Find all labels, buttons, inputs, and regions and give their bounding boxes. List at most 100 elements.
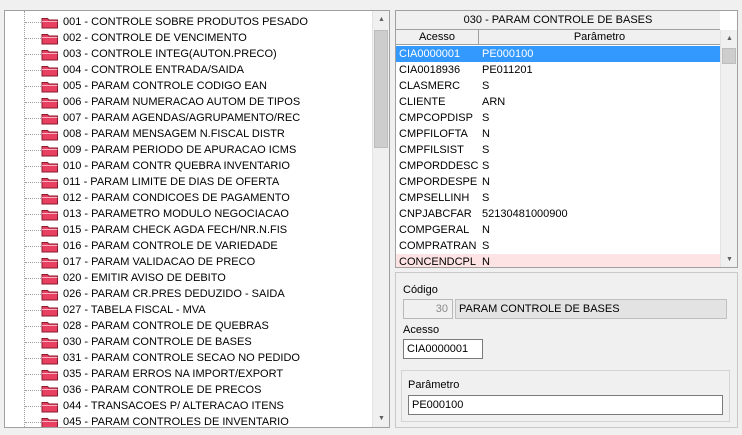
tree-item[interactable]: 009 - PARAM PERIODO DE APURACAO ICMS: [5, 142, 373, 158]
grid-row[interactable]: CIA0000001 PE000100: [396, 46, 720, 62]
grid-row[interactable]: CMPORDESPE N: [396, 174, 720, 190]
grid-scrollbar[interactable]: ▲ ▼: [720, 30, 737, 267]
tree-item-label: 017 - PARAM VALIDACAO DE PRECO: [63, 256, 256, 268]
tree-item[interactable]: 026 - PARAM CR.PRES DEDUZIDO - SAIDA: [5, 286, 373, 302]
tree-item[interactable]: 006 - PARAM NUMERACAO AUTOM DE TIPOS: [5, 94, 373, 110]
folder-icon: [41, 306, 58, 317]
folder-icon: [41, 274, 58, 285]
tree-item[interactable]: 035 - PARAM ERROS NA IMPORT/EXPORT: [5, 366, 373, 382]
tree-item[interactable]: 003 - CONTROLE INTEG(AUTON.PRECO): [5, 46, 373, 62]
cell-acesso: CMPORDDESC: [399, 160, 479, 172]
tree-item-label: 003 - CONTROLE INTEG(AUTON.PRECO): [63, 48, 277, 60]
tree-item[interactable]: 013 - PARAMETRO MODULO NEGOCIACAO: [5, 206, 373, 222]
tree-item[interactable]: 010 - PARAM CONTR QUEBRA INVENTARIO: [5, 158, 373, 174]
acesso-field[interactable]: CIA0000001: [403, 339, 483, 359]
grid-row[interactable]: COMPRATRAN S: [396, 238, 720, 254]
tree-item-label: 006 - PARAM NUMERACAO AUTOM DE TIPOS: [63, 96, 301, 108]
codigo-label: Código: [403, 284, 438, 296]
tree-item[interactable]: 011 - PARAM LIMITE DE DIAS DE OFERTA: [5, 174, 373, 190]
tree-item-label: 020 - EMITIR AVISO DE DEBITO: [63, 272, 226, 284]
tree-item[interactable]: 007 - PARAM AGENDAS/AGRUPAMENTO/REC: [5, 110, 373, 126]
column-header-parametro[interactable]: Parâmetro: [479, 30, 720, 44]
grid-row[interactable]: CNPJABCFAR 52130481000900: [396, 206, 720, 222]
cell-acesso: CNPJABCFAR: [399, 208, 472, 220]
grid-row[interactable]: CLIENTE ARN: [396, 94, 720, 110]
tree-item[interactable]: 045 - PARAM CONTROLES DE INVENTARIO: [5, 414, 373, 428]
grid-row[interactable]: CMPSELLINH S: [396, 190, 720, 206]
tree-item[interactable]: 036 - PARAM CONTROLE DE PRECOS: [5, 382, 373, 398]
cell-acesso: CMPFILOFTA: [399, 128, 468, 140]
tree-item-label: 011 - PARAM LIMITE DE DIAS DE OFERTA: [63, 176, 280, 188]
arrow-up-icon[interactable]: ▲: [373, 11, 389, 28]
tree-connector: [25, 262, 41, 263]
folder-icon: [41, 322, 58, 333]
grid-row[interactable]: CMPCOPDISP S: [396, 110, 720, 126]
tree-item-label: 027 - TABELA FISCAL - MVA: [63, 304, 206, 316]
tree-connector: [25, 54, 41, 55]
tree-item[interactable]: 001 - CONTROLE SOBRE PRODUTOS PESADO: [5, 14, 373, 30]
tree-item[interactable]: 028 - PARAM CONTROLE DE QUEBRAS: [5, 318, 373, 334]
arrow-up-icon[interactable]: ▲: [721, 30, 737, 47]
bases-grid: 030 - PARAM CONTROLE DE BASES Acesso Par…: [395, 10, 738, 268]
folder-icon: [41, 290, 58, 301]
tree-item[interactable]: 027 - TABELA FISCAL - MVA: [5, 302, 373, 318]
tree-connector: [25, 310, 41, 311]
tree-item-label: 044 - TRANSACOES P/ ALTERACAO ITENS: [63, 400, 284, 412]
cell-parametro: S: [482, 192, 490, 204]
tree-scrollbar[interactable]: ▲ ▼: [372, 11, 389, 427]
arrow-down-icon[interactable]: ▼: [721, 251, 737, 267]
column-header-acesso[interactable]: Acesso: [396, 30, 479, 44]
parametro-group: Parâmetro PE000100: [401, 370, 730, 422]
grid-row[interactable]: CMPFILOFTA N: [396, 126, 720, 142]
folder-icon: [41, 386, 58, 397]
grid-scroll-thumb[interactable]: [722, 48, 736, 64]
tree-item[interactable]: 030 - PARAM CONTROLE DE BASES: [5, 334, 373, 350]
cell-acesso: CMPORDESPE: [399, 176, 478, 188]
grid-rows: CIA0000001 PE000100 CIA0018936 PE011201 CLAS…: [396, 46, 720, 268]
tree-item[interactable]: 004 - CONTROLE ENTRADA/SAIDA: [5, 62, 373, 78]
tree-connector: [25, 166, 41, 167]
cell-parametro: N: [482, 128, 490, 140]
grid-row[interactable]: CLASMERC S: [396, 78, 720, 94]
parametro-field[interactable]: PE000100: [408, 395, 723, 415]
grid-title: 030 - PARAM CONTROLE DE BASES: [396, 11, 720, 30]
tree-item[interactable]: 016 - PARAM CONTROLE DE VARIEDADE: [5, 238, 373, 254]
tree-connector: [25, 70, 41, 71]
tree-item[interactable]: 005 - PARAM CONTROLE CODIGO EAN: [5, 78, 373, 94]
cell-parametro: S: [482, 240, 490, 252]
cell-acesso: CMPSELLINH: [399, 192, 470, 204]
tree-item-label: 035 - PARAM ERROS NA IMPORT/EXPORT: [63, 368, 284, 380]
tree-item[interactable]: 008 - PARAM MENSAGEM N.FISCAL DISTR: [5, 126, 373, 142]
tree-item[interactable]: 020 - EMITIR AVISO DE DEBITO: [5, 270, 373, 286]
tree-item-label: 008 - PARAM MENSAGEM N.FISCAL DISTR: [63, 128, 285, 140]
cell-acesso: CMPCOPDISP: [399, 112, 473, 124]
folder-icon: [41, 162, 58, 173]
tree-item-label: 045 - PARAM CONTROLES DE INVENTARIO: [63, 416, 289, 428]
folder-icon: [41, 226, 58, 237]
tree-item[interactable]: 031 - PARAM CONTROLE SECAO NO PEDIDO: [5, 350, 373, 366]
cell-parametro: ARN: [482, 96, 506, 108]
codigo-field: 30: [403, 299, 453, 319]
grid-row[interactable]: COMPGERAL N: [396, 222, 720, 238]
parameter-tree[interactable]: 001 - CONTROLE SOBRE PRODUTOS PESADO 002 …: [4, 10, 390, 428]
arrow-down-icon[interactable]: ▼: [373, 410, 389, 427]
folder-icon: [41, 82, 58, 93]
cell-parametro: S: [482, 160, 490, 172]
tree-item[interactable]: 012 - PARAM CONDICOES DE PAGAMENTO: [5, 190, 373, 206]
folder-icon: [41, 418, 58, 427]
tree-connector: [25, 214, 41, 215]
tree-item[interactable]: 002 - CONTROLE DE VENCIMENTO: [5, 30, 373, 46]
tree-item[interactable]: 017 - PARAM VALIDACAO DE PRECO: [5, 254, 373, 270]
grid-row[interactable]: CIA0018936 PE011201: [396, 62, 720, 78]
detail-form: Código 30 PARAM CONTROLE DE BASES Acesso…: [395, 272, 738, 428]
tree-item[interactable]: 015 - PARAM CHECK AGDA FECH/NR.N.FIS: [5, 222, 373, 238]
cell-parametro: N: [482, 256, 490, 268]
tree-scroll-thumb[interactable]: [374, 30, 388, 148]
grid-row[interactable]: CONCENDCPL N: [396, 254, 720, 268]
grid-row[interactable]: CMPORDDESC S: [396, 158, 720, 174]
tree-connector: [25, 22, 41, 23]
grid-row[interactable]: CMPFILSIST S: [396, 142, 720, 158]
tree-item[interactable]: 044 - TRANSACOES P/ ALTERACAO ITENS: [5, 398, 373, 414]
tree-item-label: 031 - PARAM CONTROLE SECAO NO PEDIDO: [63, 352, 300, 364]
tree-connector: [25, 406, 41, 407]
